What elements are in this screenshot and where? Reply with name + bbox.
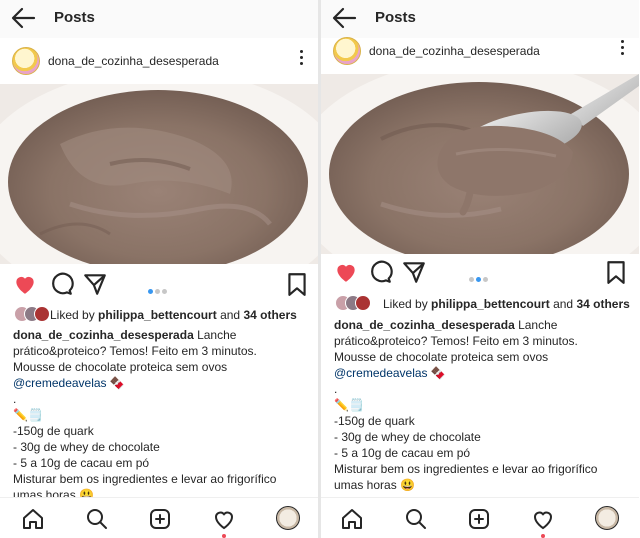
caption-text: Mousse de chocolate proteica sem ovos [334, 350, 549, 364]
comment-icon[interactable] [367, 259, 393, 285]
activity-heart-icon[interactable] [212, 507, 236, 531]
liked-by-text[interactable]: Liked by philippa_bettencourt and 34 oth… [50, 308, 297, 322]
caption-mention[interactable]: @cremedeavelas [334, 366, 428, 380]
caption-text: Lanche [514, 318, 558, 332]
activity-heart-icon[interactable] [531, 507, 555, 531]
comment-icon[interactable] [48, 271, 74, 297]
chocolate-emoji: 🍫 [109, 376, 125, 390]
carousel-indicator [469, 269, 490, 282]
post-actions [321, 259, 639, 289]
smile-emoji: 😃 [400, 478, 415, 492]
post-username[interactable]: dona_de_cozinha_desesperada [48, 54, 219, 68]
post-username[interactable]: dona_de_cozinha_desesperada [369, 44, 540, 58]
carousel-indicator [148, 281, 169, 294]
liked-by-prefix: Liked by [50, 308, 95, 322]
pencil-memo-emoji: ✏️🗒️ [13, 408, 43, 422]
back-arrow-icon[interactable] [10, 7, 36, 29]
bottom-nav [0, 497, 318, 538]
liker-avatar [355, 295, 371, 311]
caption-text: Mousse de chocolate proteica sem ovos [13, 360, 228, 374]
liked-by-and: and [220, 308, 241, 322]
home-icon[interactable] [21, 507, 45, 531]
page-title: Posts [54, 9, 95, 26]
post-caption: dona_de_cozinha_desesperada Lanche práti… [13, 327, 309, 503]
new-post-icon[interactable] [148, 507, 172, 531]
activity-notification-dot [222, 534, 226, 538]
save-bookmark-icon[interactable] [603, 259, 629, 285]
author-avatar[interactable] [333, 37, 361, 65]
liked-by-row[interactable]: Liked by philippa_bettencourt and 34 oth… [0, 306, 318, 324]
carousel-dot [483, 277, 488, 282]
post-header: dona_de_cozinha_desesperada [0, 40, 318, 84]
liked-by-user[interactable]: philippa_bettencourt [98, 308, 217, 322]
caption-ingredient: -150g de quark [334, 414, 415, 428]
caption-text: . [13, 392, 17, 406]
caption-text: umas horas [334, 478, 397, 492]
search-icon[interactable] [404, 507, 428, 531]
caption-ingredient: - 5 a 10g de cacau em pó [334, 446, 471, 460]
top-bar: Posts [0, 0, 318, 38]
caption-text: prático&proteico? Temos! Feito em 3 minu… [334, 334, 578, 348]
liked-by-text[interactable]: Liked by philippa_bettencourt and 34 oth… [383, 297, 630, 311]
post-photo[interactable] [321, 74, 639, 254]
post-actions [0, 271, 318, 301]
caption-ingredient: - 30g de whey de chocolate [334, 430, 481, 444]
save-bookmark-icon[interactable] [284, 271, 310, 297]
like-heart-icon[interactable] [333, 259, 359, 285]
liker-avatar [34, 306, 50, 322]
post-caption: dona_de_cozinha_desesperada Lanche práti… [334, 317, 630, 493]
liked-by-row[interactable]: Liked by philippa_bettencourt and 34 oth… [321, 295, 639, 313]
search-icon[interactable] [85, 507, 109, 531]
pencil-memo-emoji: ✏️🗒️ [334, 398, 364, 412]
liked-by-others[interactable]: 34 others [243, 308, 296, 322]
more-options-icon[interactable] [298, 50, 304, 68]
more-options-icon[interactable] [619, 40, 625, 58]
profile-tab-avatar[interactable] [595, 506, 619, 530]
share-send-icon[interactable] [82, 271, 108, 297]
post-screen-left: Posts dona_de_cozinha_desesperada Liked … [0, 0, 318, 538]
caption-author[interactable]: dona_de_cozinha_desesperada [13, 328, 194, 342]
caption-ingredient: -150g de quark [13, 424, 94, 438]
author-avatar[interactable] [12, 47, 40, 75]
like-heart-icon[interactable] [12, 271, 38, 297]
liked-by-and: and [553, 297, 574, 311]
post-screen-right: Posts dona_de_cozinha_desesperada Liked … [321, 0, 639, 538]
caption-mention[interactable]: @cremedeavelas [13, 376, 107, 390]
caption-text: Lanche [193, 328, 237, 342]
liked-by-prefix: Liked by [383, 297, 428, 311]
carousel-dot [155, 289, 160, 294]
post-header: dona_de_cozinha_desesperada [321, 30, 639, 74]
caption-text: prático&proteico? Temos! Feito em 3 minu… [13, 344, 257, 358]
activity-notification-dot [541, 534, 545, 538]
share-send-icon[interactable] [401, 259, 427, 285]
liked-by-user[interactable]: philippa_bettencourt [431, 297, 550, 311]
liked-by-others[interactable]: 34 others [576, 297, 629, 311]
caption-ingredient: - 5 a 10g de cacau em pó [13, 456, 150, 470]
caption-text: Misturar bem os ingredientes e levar ao … [13, 472, 277, 486]
caption-ingredient: - 30g de whey de chocolate [13, 440, 160, 454]
page-title: Posts [375, 9, 416, 26]
chocolate-emoji: 🍫 [430, 366, 446, 380]
profile-tab-avatar[interactable] [276, 506, 300, 530]
post-photo[interactable] [0, 84, 318, 264]
caption-text: . [334, 382, 338, 396]
caption-author[interactable]: dona_de_cozinha_desesperada [334, 318, 515, 332]
carousel-dot [162, 289, 167, 294]
carousel-dot [148, 289, 153, 294]
carousel-dot [469, 277, 474, 282]
back-arrow-icon[interactable] [331, 7, 357, 29]
caption-text: Misturar bem os ingredientes e levar ao … [334, 462, 598, 476]
bottom-nav [321, 497, 639, 538]
home-icon[interactable] [340, 507, 364, 531]
new-post-icon[interactable] [467, 507, 491, 531]
carousel-dot [476, 277, 481, 282]
